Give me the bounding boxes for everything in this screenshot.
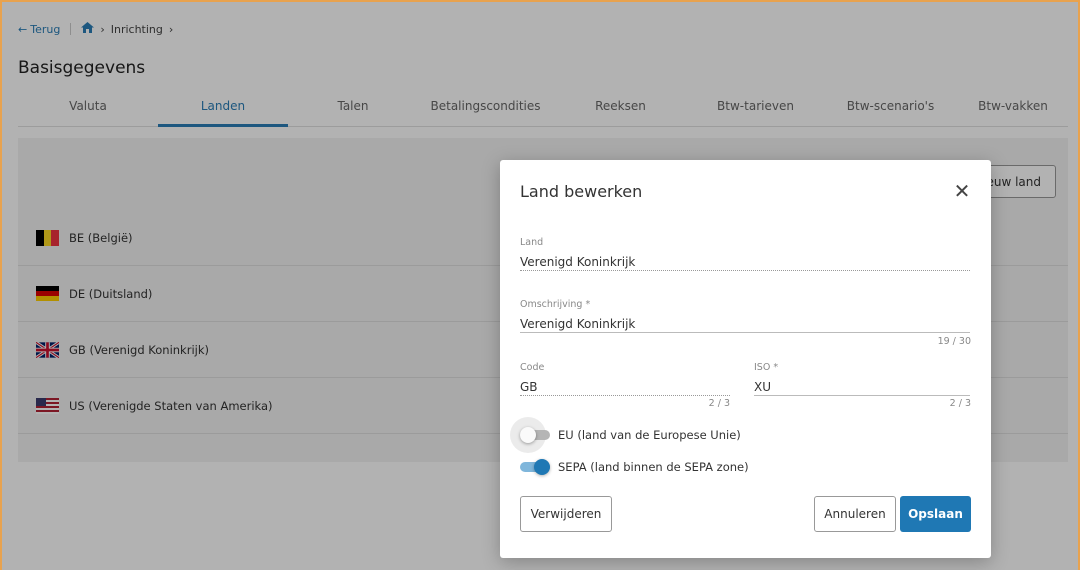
iso-counter: 2 / 3	[949, 398, 971, 409]
omschrijving-underline	[520, 332, 970, 333]
iso-input[interactable]: XU	[754, 380, 771, 394]
eu-toggle-label: EU (land van de Europese Unie)	[558, 428, 741, 442]
delete-button[interactable]: Verwijderen	[520, 496, 612, 532]
eu-toggle[interactable]	[510, 417, 550, 453]
code-field: GB	[520, 380, 538, 394]
sepa-toggle-label: SEPA (land binnen de SEPA zone)	[558, 460, 749, 474]
save-button[interactable]: Opslaan	[900, 496, 971, 532]
omschrijving-counter: 19 / 30	[937, 336, 971, 347]
iso-underline	[754, 395, 970, 396]
land-field-underline	[520, 270, 970, 271]
omschrijving-field-label: Omschrijving *	[520, 299, 591, 310]
code-counter: 2 / 3	[708, 398, 730, 409]
sepa-toggle-row: SEPA (land binnen de SEPA zone)	[520, 458, 749, 476]
eu-toggle-row: EU (land van de Europese Unie)	[510, 417, 741, 453]
edit-country-dialog: Land bewerken ✕ Land Verenigd Koninkrijk…	[500, 160, 991, 558]
sepa-toggle[interactable]	[520, 458, 550, 476]
code-field-underline	[520, 395, 730, 396]
land-field-label: Land	[520, 237, 544, 248]
code-field-label: Code	[520, 362, 545, 373]
toggle-knob	[520, 427, 536, 443]
close-icon[interactable]: ✕	[953, 181, 971, 201]
iso-field-label: ISO *	[754, 362, 779, 373]
toggle-knob	[534, 459, 550, 475]
dialog-title: Land bewerken	[520, 182, 643, 201]
cancel-button[interactable]: Annuleren	[814, 496, 896, 532]
land-field: Verenigd Koninkrijk	[520, 255, 636, 269]
omschrijving-input[interactable]: Verenigd Koninkrijk	[520, 317, 635, 331]
